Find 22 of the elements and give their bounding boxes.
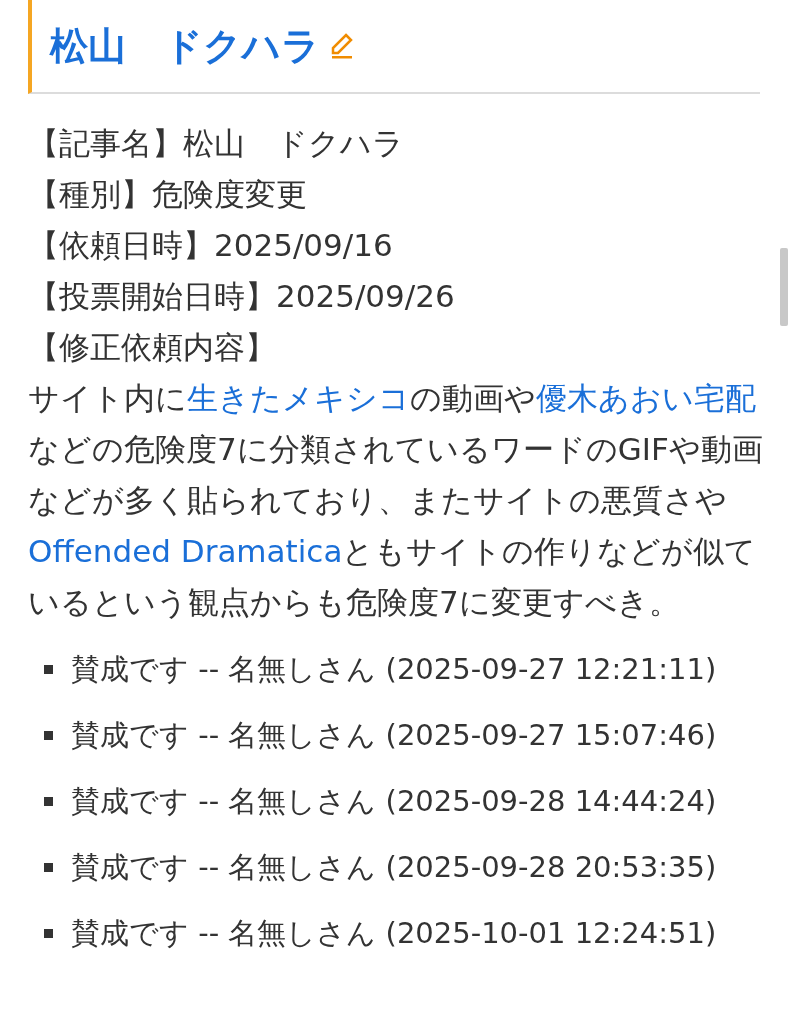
field-line: 【記事名】松山 ドクハラ (28, 124, 405, 163)
comment-text: 賛成です -- 名無しさん (2025-09-27 15:07:46) (71, 716, 717, 754)
comment-text: 賛成です -- 名無しさん (2025-10-01 12:24:51) (71, 914, 717, 952)
field-line: 【修正依頼内容】 (28, 328, 277, 367)
scrollbar-thumb[interactable] (780, 248, 788, 326)
comment-text: 賛成です -- 名無しさん (2025-09-28 14:44:24) (71, 782, 717, 820)
article-link[interactable]: 生きたメキシコ (187, 380, 410, 416)
article-link[interactable]: 優木あおい宅配 (536, 380, 756, 416)
field-line: 【依頼日時】2025/09/16 (28, 226, 394, 265)
bullet-icon (44, 862, 53, 872)
field-line: 【種別】危険度変更 (28, 175, 308, 214)
bullet-icon (44, 796, 53, 806)
page-title: 松山 ドクハラ (50, 22, 320, 70)
field-line: 【投票開始日時】2025/09/26 (28, 277, 456, 316)
comment-text: 賛成です -- 名無しさん (2025-09-27 12:21:11) (71, 650, 717, 688)
request-paragraph: サイト内に生きたメキシコ の動画や優木あおい宅配 などの危険度7に分類されているワードのGIFや動画などが多く貼られており、またサイトの悪質さや Offended Dramatica ともサイトの作りなどが似ているという観点からも危険度7に変更すべき。 (28, 379, 763, 622)
pencil-icon[interactable] (330, 33, 354, 59)
bullet-icon (44, 730, 53, 740)
comment-text: 賛成です -- 名無しさん (2025-09-28 20:53:35) (71, 848, 717, 886)
bullet-icon (44, 928, 53, 938)
bullet-icon (44, 664, 53, 674)
article-link[interactable]: Offended Dramatica (28, 533, 343, 569)
